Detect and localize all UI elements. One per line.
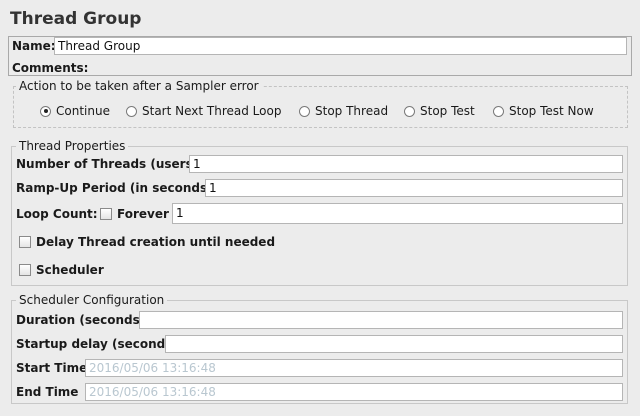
radio-unselected-icon[interactable] <box>493 105 504 117</box>
checkbox-icon[interactable] <box>19 264 31 276</box>
page-title: Thread Group <box>10 9 142 29</box>
duration-input[interactable] <box>139 311 623 329</box>
startup-delay-input[interactable] <box>165 335 623 353</box>
radio-unselected-icon[interactable] <box>404 105 415 117</box>
sampler-error-legend: Action to be taken after a Sampler error <box>16 79 262 93</box>
scheduler-config-legend: Scheduler Configuration <box>16 293 168 307</box>
radio-continue-label: Continue <box>56 104 110 118</box>
checkbox-icon[interactable] <box>19 236 31 248</box>
start-time-label: Start Time <box>16 361 88 375</box>
radio-stop-test-now[interactable]: Stop Test Now <box>493 104 594 118</box>
radio-stop-test[interactable]: Stop Test <box>404 104 475 118</box>
radio-stop-test-label: Stop Test <box>420 104 475 118</box>
start-time-input[interactable]: 2016/05/06 13:16:48 <box>85 359 623 377</box>
forever-label: Forever <box>117 207 169 221</box>
radio-stop-thread-label: Stop Thread <box>315 104 389 118</box>
radio-start-next-thread-loop[interactable]: Start Next Thread Loop <box>126 104 281 118</box>
comments-label: Comments: <box>12 61 89 75</box>
scheduler-label: Scheduler <box>36 263 104 277</box>
radio-continue[interactable]: Continue <box>40 104 110 118</box>
end-time-label: End Time <box>16 385 79 399</box>
radio-stop-test-now-label: Stop Test Now <box>509 104 594 118</box>
loop-count-input[interactable]: 1 <box>172 203 623 224</box>
checkbox-icon[interactable] <box>100 208 112 220</box>
radio-start-next-thread-loop-label: Start Next Thread Loop <box>142 104 282 118</box>
radio-stop-thread[interactable]: Stop Thread <box>299 104 388 118</box>
thread-properties-legend: Thread Properties <box>16 139 129 153</box>
scheduler-checkbox[interactable]: Scheduler <box>19 263 104 277</box>
startup-delay-label: Startup delay (seconds) <box>16 337 178 351</box>
rampup-label: Ramp-Up Period (in seconds): <box>16 181 218 195</box>
radio-selected-icon[interactable] <box>40 105 51 117</box>
duration-label: Duration (seconds) <box>16 313 146 327</box>
radio-unselected-icon[interactable] <box>299 105 310 117</box>
threads-input[interactable]: 1 <box>189 155 623 173</box>
forever-checkbox[interactable]: Forever <box>100 207 169 221</box>
radio-unselected-icon[interactable] <box>126 105 137 117</box>
threads-label: Number of Threads (users): <box>16 157 204 171</box>
rampup-input[interactable]: 1 <box>205 179 623 197</box>
name-label: Name: <box>12 39 56 53</box>
delay-thread-checkbox[interactable]: Delay Thread creation until needed <box>19 235 275 249</box>
name-input[interactable]: Thread Group <box>54 37 627 55</box>
loop-count-label: Loop Count: <box>16 207 98 221</box>
end-time-input[interactable]: 2016/05/06 13:16:48 <box>85 383 623 401</box>
delay-thread-label: Delay Thread creation until needed <box>36 235 276 249</box>
